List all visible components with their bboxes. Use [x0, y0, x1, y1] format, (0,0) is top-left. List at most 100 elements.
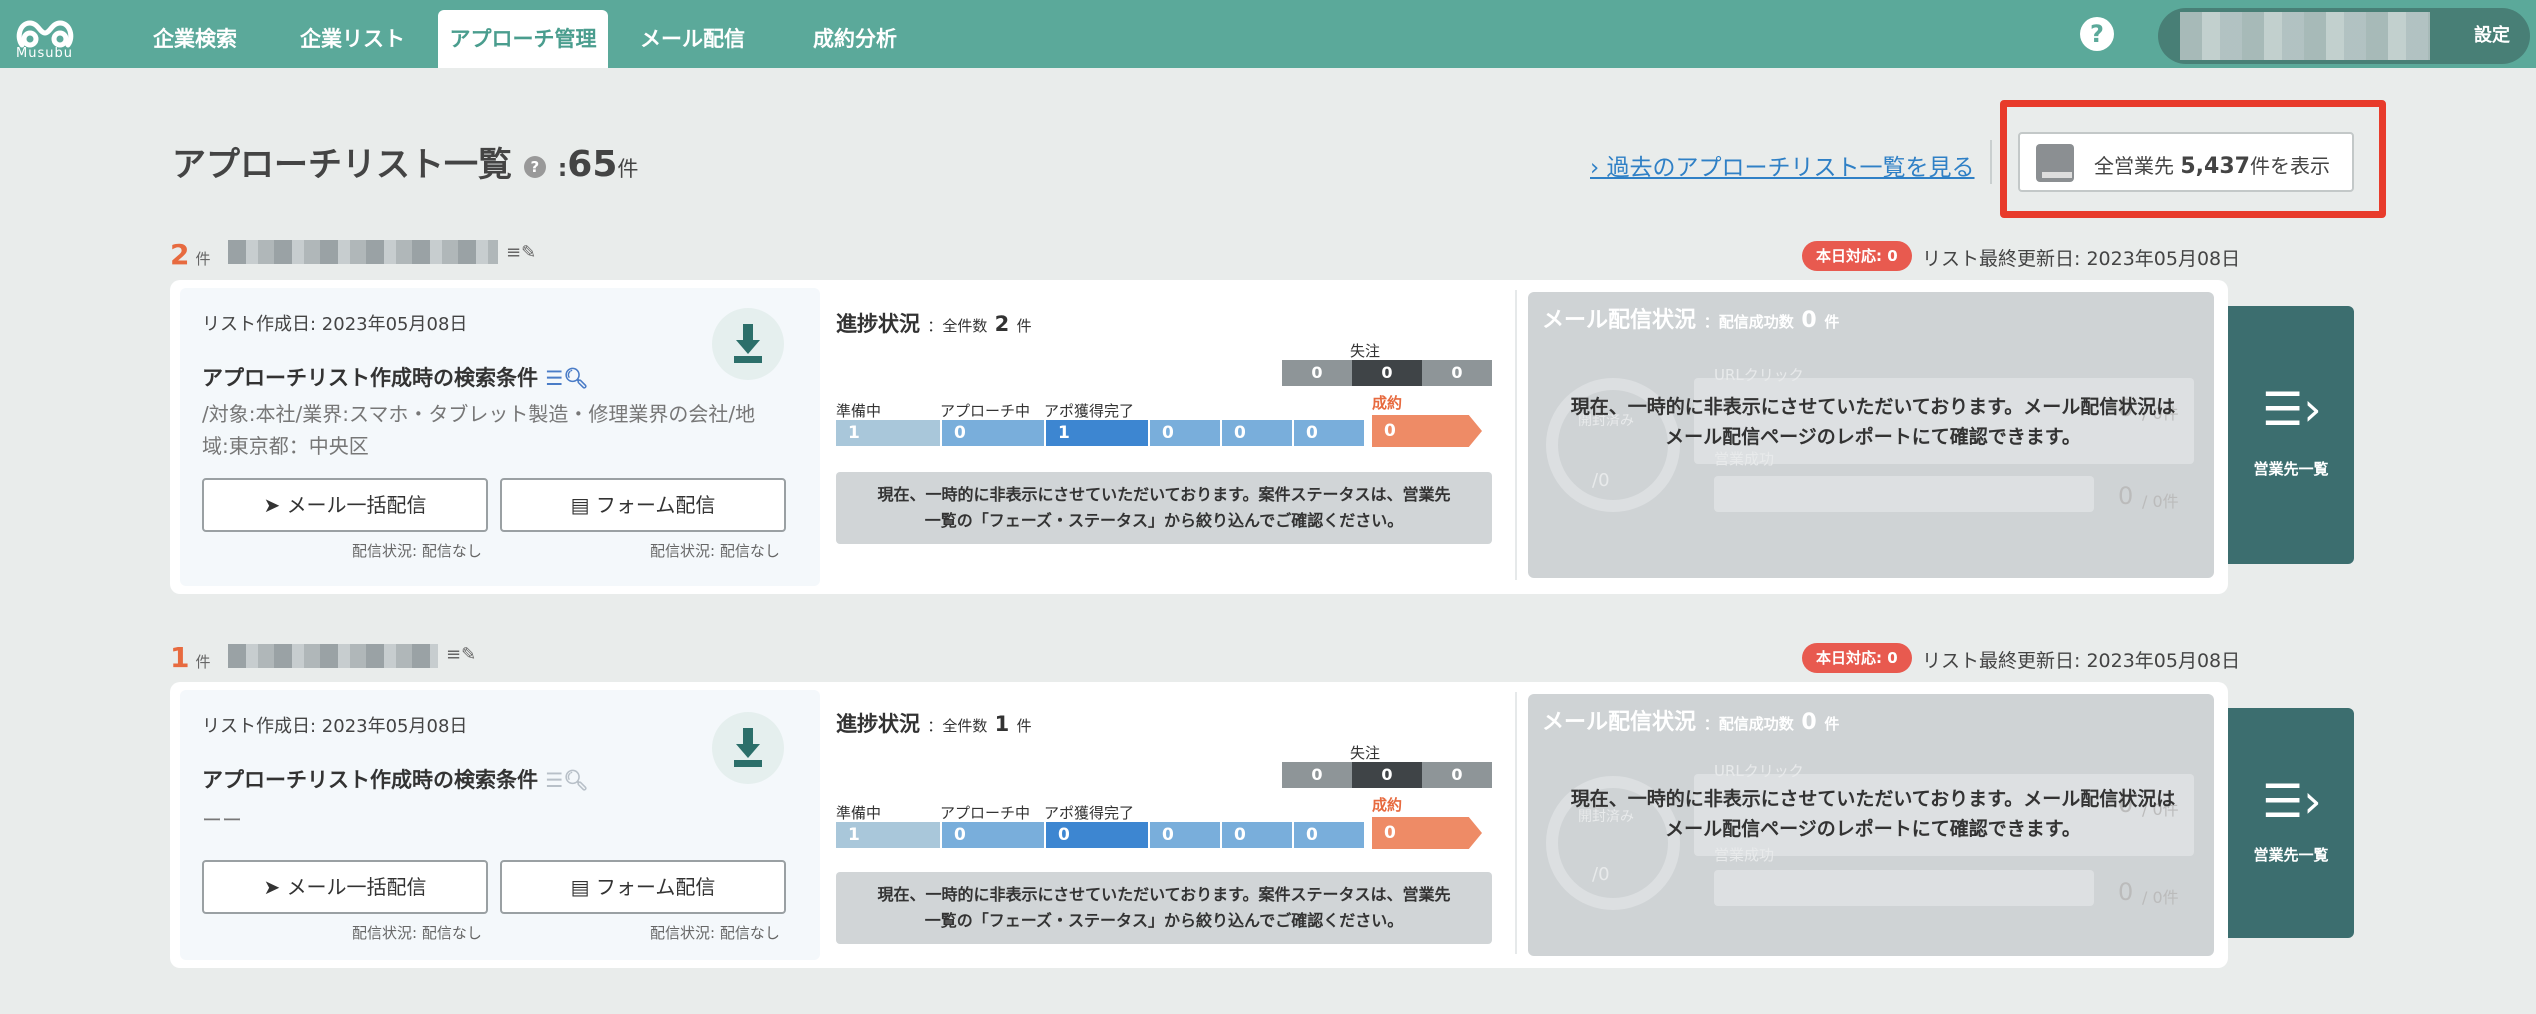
search-condition-text: /対象:本社/業界:スマホ・タブレット製造・修理業界の会社/地域:東京都：中央区 — [202, 402, 756, 458]
condition-search-icon: ☰🔍︎ — [545, 768, 589, 792]
lost-value: 0 — [1352, 762, 1422, 788]
mail-status-panel: メール配信状況 ：配信成功数 0 件 開封済み /0 URLクリック 0 / 0… — [1528, 694, 2214, 956]
won-segment: 0 — [1372, 415, 1482, 447]
tab-mail-delivery[interactable]: メール配信 — [630, 10, 755, 68]
mail-status-panel: メール配信状況 ：配信成功数 0 件 開封済み /0 URLクリック 0 / 0… — [1528, 292, 2214, 578]
lost-label: 失注 — [1350, 342, 1381, 360]
logo-text: Musubu — [16, 46, 73, 61]
mail-status-title: メール配信状況 ：配信成功数 0 件 — [1542, 710, 1840, 735]
user-menu[interactable]: 設定 — [2158, 8, 2530, 64]
mail-delivery-status: 配信状況: 配信なし — [352, 542, 482, 560]
lost-value: 0 — [1282, 762, 1352, 788]
stage-segment: 1 — [836, 822, 940, 848]
progress-hidden-note: 現在、一時的に非表示にさせていただいております。案件ステータスは、営業先一覧の「… — [836, 872, 1492, 944]
past-lists-link[interactable]: › 過去のアプローチリスト一覧を見る — [1590, 148, 1975, 182]
mail-hidden-note: 現在、一時的に非表示にさせていただいております。メール配信状況はメール配信ページ… — [1570, 396, 2176, 448]
stage-segment: 0 — [1222, 822, 1292, 848]
list-name-blurred — [228, 644, 438, 668]
condition-search-icon[interactable]: ☰🔍︎ — [545, 366, 588, 390]
divider — [1515, 290, 1517, 580]
list-info-panel: リスト作成日: 2023年05月08日 アプローチリスト作成時の検索条件 ☰🔍︎… — [180, 690, 820, 960]
user-name-blurred — [2180, 12, 2430, 60]
last-updated: リスト最終更新日: 2023年05月08日 — [1922, 248, 2241, 270]
lost-value: 0 — [1282, 360, 1352, 386]
lost-value: 0 — [1422, 762, 1492, 788]
mail-status-title: メール配信状況 ：配信成功数 0 件 — [1542, 308, 1840, 333]
document-icon: ▤ — [570, 875, 596, 899]
stage-label: アプローチ中 — [940, 402, 1031, 420]
won-label: 成約 — [1372, 394, 1403, 412]
edit-icon[interactable]: ≡✎ — [446, 644, 476, 665]
list-info-panel: リスト作成日: 2023年05月08日 アプローチリスト作成時の検索条件 ☰🔍︎… — [180, 288, 820, 586]
today-badge: 本日対応: 0 — [1802, 241, 1912, 271]
biz-success-row — [1714, 870, 2094, 906]
biz-success-row — [1714, 476, 2094, 512]
mail-delivery-status: 配信状況: 配信なし — [352, 924, 482, 942]
tab-company-list[interactable]: 企業リスト — [290, 10, 415, 68]
progress-hidden-note: 現在、一時的に非表示にさせていただいております。案件ステータスは、営業先一覧の「… — [836, 472, 1492, 544]
list-header: 2 件 — [170, 238, 211, 271]
search-condition-title: アプローチリスト作成時の検索条件 ☰🔍︎ — [202, 366, 589, 390]
created-date: リスト作成日: 2023年05月08日 — [202, 716, 468, 737]
show-all-prospects-button[interactable]: 全営業先 5,437件を表示 — [2018, 132, 2354, 192]
form-delivery-status: 配信状況: 配信なし — [650, 924, 780, 942]
stage-segment: 0 — [1294, 822, 1364, 848]
download-icon — [734, 324, 762, 363]
stage-segment: 0 — [1222, 420, 1292, 446]
lost-value: 0 — [1352, 360, 1422, 386]
download-button[interactable] — [712, 308, 784, 380]
stage-segment: 0 — [942, 822, 1044, 848]
tab-deal-analysis[interactable]: 成約分析 — [800, 10, 910, 68]
progress-title: 進捗状況 ：全件数 1 件 — [836, 712, 1032, 736]
download-button[interactable] — [712, 712, 784, 784]
prospect-list-button[interactable]: ☰› 営業先一覧 — [2228, 306, 2354, 564]
stage-label: アポ獲得完了 — [1044, 402, 1135, 420]
question-icon[interactable]: ? — [523, 155, 546, 178]
page-title: アプローチリスト一覧 ? :65件 — [172, 144, 639, 185]
top-nav: Musubu 企業検索 企業リスト アプローチ管理 メール配信 成約分析 ? 設… — [0, 0, 2536, 68]
list-name-blurred — [228, 240, 498, 264]
list-arrow-icon: ☰› — [2262, 774, 2322, 828]
stage-segment: 0 — [1046, 822, 1148, 848]
help-icon[interactable]: ? — [2080, 17, 2114, 51]
form-delivery-button[interactable]: ▤ フォーム配信 — [500, 478, 786, 532]
download-icon — [734, 728, 762, 767]
last-updated: リスト最終更新日: 2023年05月08日 — [1922, 650, 2241, 672]
progress-title: 進捗状況 ：全件数 2 件 — [836, 312, 1032, 336]
tab-company-search[interactable]: 企業検索 — [140, 10, 250, 68]
search-condition-text: ーー — [202, 808, 242, 832]
stage-label: 準備中 — [836, 402, 882, 420]
stage-segment: 0 — [1150, 420, 1220, 446]
send-icon: ➤ — [263, 493, 287, 517]
created-date: リスト作成日: 2023年05月08日 — [202, 314, 468, 335]
divider — [1515, 692, 1517, 954]
list-count: 65 — [567, 144, 618, 185]
document-icon: ▤ — [570, 493, 596, 517]
won-label: 成約 — [1372, 796, 1403, 814]
lost-value: 0 — [1422, 360, 1492, 386]
send-icon: ➤ — [263, 875, 287, 899]
bulk-mail-button[interactable]: ➤ メール一括配信 — [202, 860, 488, 914]
divider — [1990, 140, 1992, 184]
form-delivery-button[interactable]: ▤ フォーム配信 — [500, 860, 786, 914]
bulk-mail-button[interactable]: ➤ メール一括配信 — [202, 478, 488, 532]
edit-icon[interactable]: ≡✎ — [506, 242, 536, 263]
search-condition-title: アプローチリスト作成時の検索条件 ☰🔍︎ — [202, 768, 589, 792]
stage-segment: 0 — [1294, 420, 1364, 446]
today-badge: 本日対応: 0 — [1802, 643, 1912, 673]
stage-segment: 0 — [1150, 822, 1220, 848]
form-delivery-status: 配信状況: 配信なし — [650, 542, 780, 560]
lost-label: 失注 — [1350, 744, 1381, 762]
mail-hidden-note: 現在、一時的に非表示にさせていただいております。メール配信状況はメール配信ページ… — [1570, 788, 2176, 840]
tab-approach-management[interactable]: アプローチ管理 — [438, 10, 608, 68]
stage-label: アプローチ中 — [940, 804, 1031, 822]
stage-segment: 1 — [1046, 420, 1148, 446]
settings-label[interactable]: 設定 — [2474, 8, 2510, 64]
book-icon — [2036, 144, 2074, 182]
prospect-list-button[interactable]: ☰› 営業先一覧 — [2228, 708, 2354, 938]
stage-segment: 1 — [836, 420, 940, 446]
approach-list-card: リスト作成日: 2023年05月08日 アプローチリスト作成時の検索条件 ☰🔍︎… — [170, 682, 2228, 968]
won-segment: 0 — [1372, 817, 1482, 849]
approach-list-card: リスト作成日: 2023年05月08日 アプローチリスト作成時の検索条件 ☰🔍︎… — [170, 280, 2228, 594]
stage-label: アポ獲得完了 — [1044, 804, 1135, 822]
